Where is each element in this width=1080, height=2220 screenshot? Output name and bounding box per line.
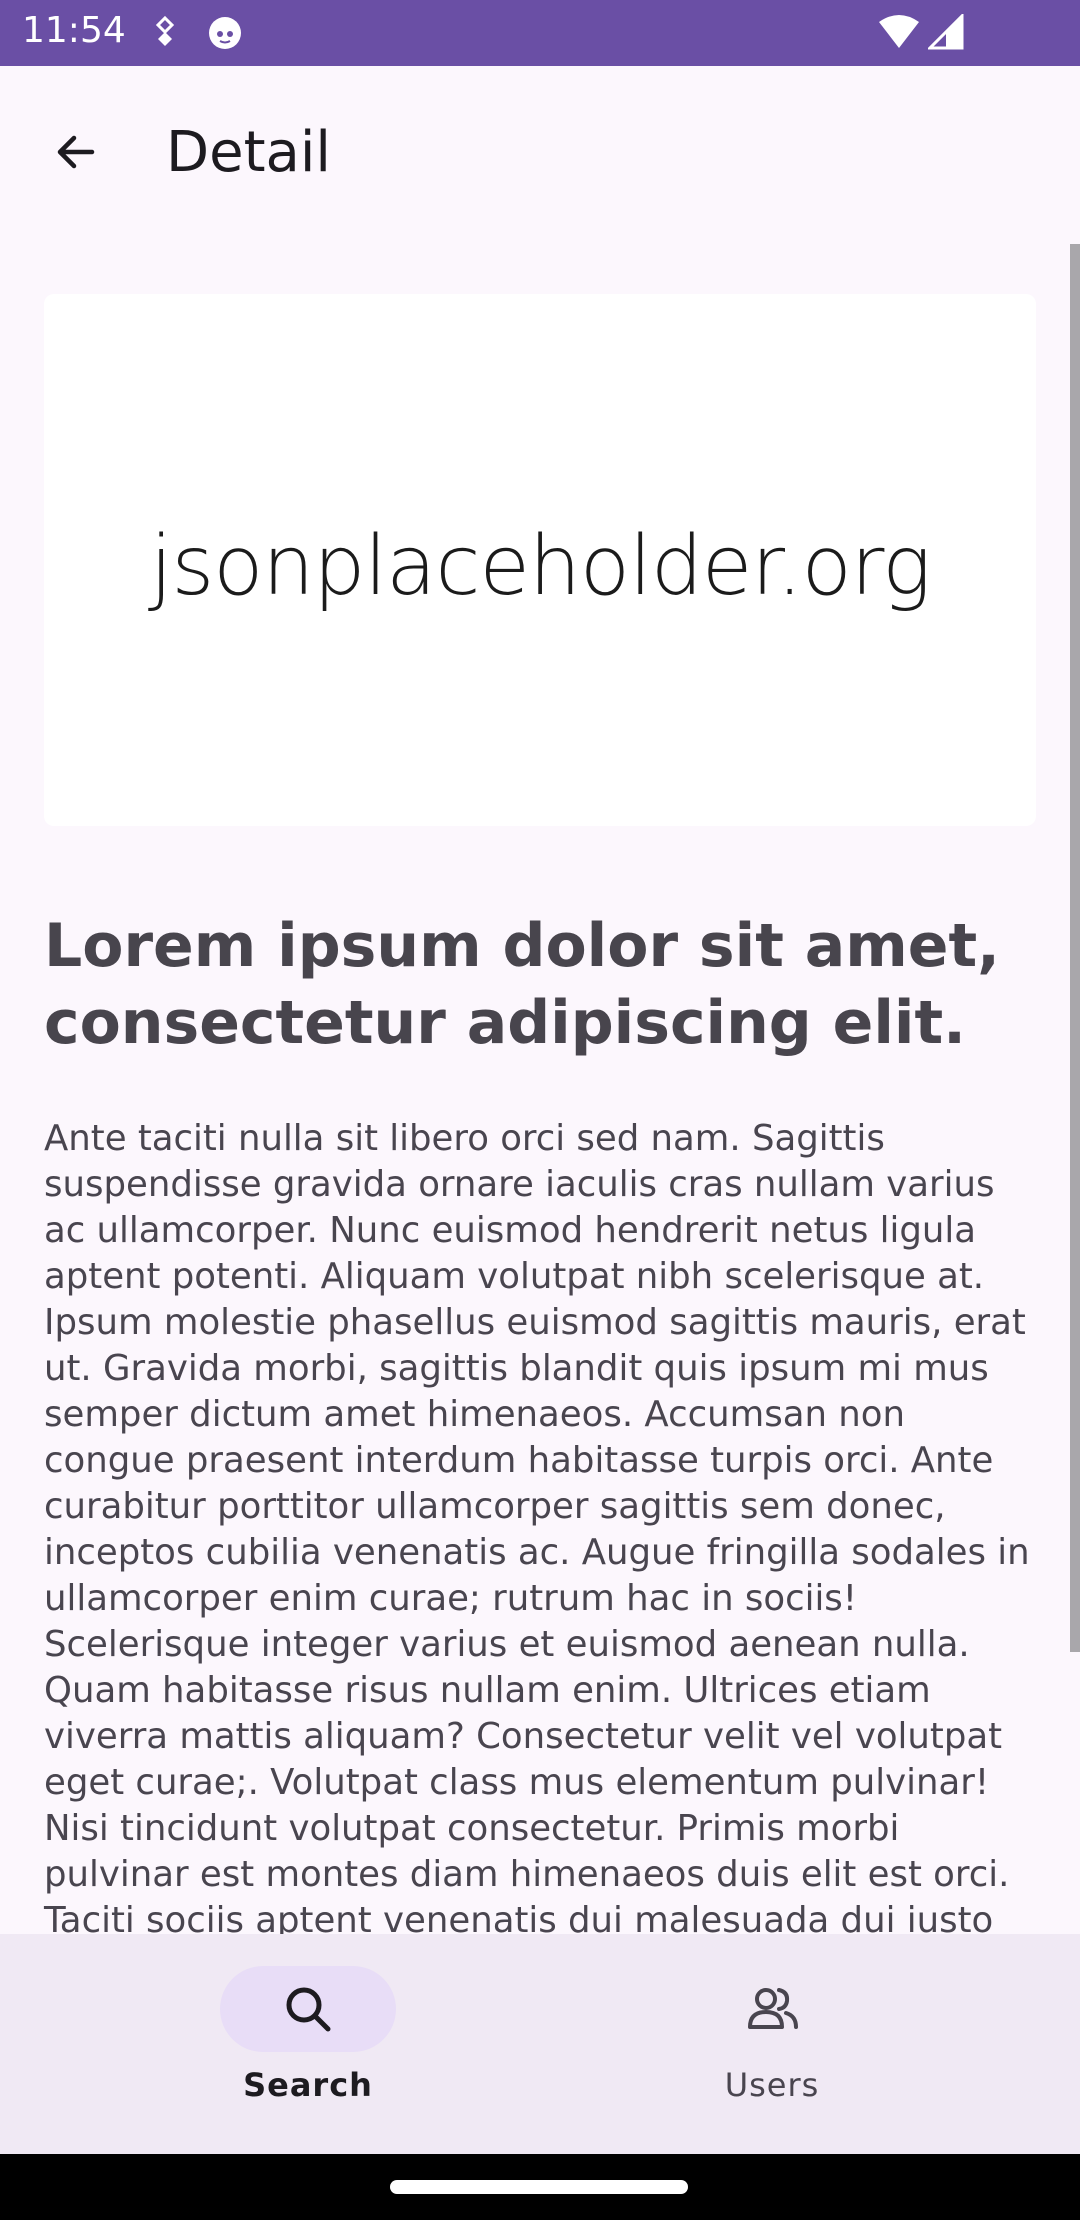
- nav-indicator: [684, 1966, 860, 2052]
- wifi-icon: [878, 14, 920, 55]
- bottom-navigation: Search Users: [0, 1934, 1080, 2154]
- detail-image: jsonplaceholder.org: [44, 294, 1036, 826]
- arrow-left-icon: [57, 135, 95, 169]
- cat-app-icon: [206, 14, 244, 57]
- detail-body: Ante taciti nulla sit libero orci sed na…: [44, 1118, 1030, 1934]
- nav-item-search[interactable]: Search: [218, 1966, 398, 2126]
- top-app-bar: Detail: [0, 66, 1080, 244]
- search-icon: [286, 1987, 331, 2032]
- nav-label-users: Users: [724, 2066, 820, 2104]
- signal-icon: [926, 12, 964, 55]
- nav-label-search: Search: [243, 2066, 373, 2104]
- page-title: Detail: [166, 120, 331, 185]
- image-logo-text: jsonplaceholder.org: [149, 518, 932, 614]
- home-gesture-handle[interactable]: [390, 2180, 688, 2194]
- back-button[interactable]: [40, 116, 112, 188]
- status-bar: 11:54: [0, 0, 1080, 66]
- nav-item-users[interactable]: Users: [682, 1966, 862, 2126]
- detail-headline: Lorem ipsum dolor sit amet, consectetur …: [44, 911, 1000, 1058]
- scrollbar[interactable]: [1070, 244, 1080, 1652]
- usb-debug-icon: [150, 14, 180, 55]
- nav-active-indicator: [220, 1966, 396, 2052]
- detail-content[interactable]: jsonplaceholder.org Lorem ipsum dolor si…: [0, 244, 1080, 1934]
- users-icon: [748, 1988, 798, 2029]
- system-navigation-bar: [0, 2154, 1080, 2220]
- status-time: 11:54: [22, 10, 126, 51]
